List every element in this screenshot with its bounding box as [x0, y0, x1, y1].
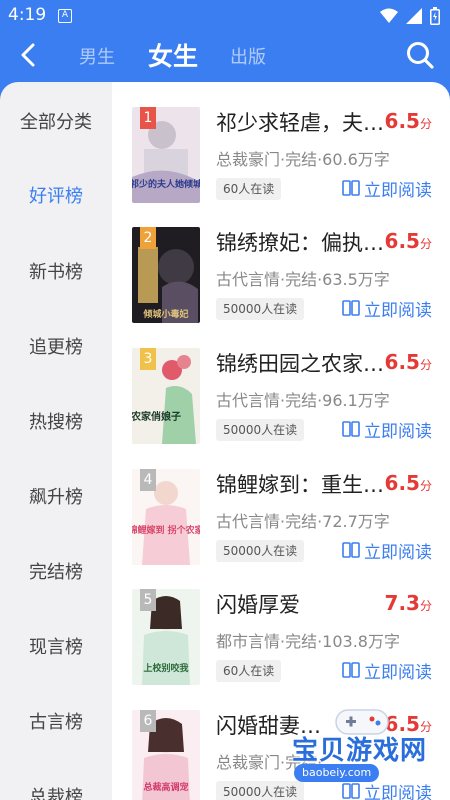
watermark: 宝贝游戏网 baobeiy.com — [282, 700, 450, 800]
book-title[interactable]: 锦鲤嫁到：重生… — [216, 469, 386, 499]
book-title[interactable]: 闪婚厚爱 — [216, 589, 386, 619]
sidebar-item-hot-search[interactable]: 热搜榜 — [0, 408, 112, 434]
readers-badge: 50000人在读 — [216, 298, 305, 320]
book-cover[interactable]: 上校别咬我 5 — [132, 589, 200, 685]
readers-badge: 60人在读 — [216, 660, 282, 682]
book-open-icon — [342, 542, 360, 558]
book-cover[interactable]: 祁少的夫人她倾城 1 — [132, 107, 200, 203]
score: 6.5分 — [385, 471, 432, 495]
rank-badge: 5 — [140, 589, 156, 611]
score: 6.5分 — [385, 109, 432, 133]
score-value: 6.5 — [384, 350, 420, 374]
category-sidebar: 全部分类 好评榜 新书榜 追更榜 热搜榜 飙升榜 完结榜 现言榜 古言榜 总裁榜 — [0, 82, 112, 800]
read-now-label: 立即阅读 — [364, 421, 432, 442]
cover-title: 锦鲤嫁到 拐个农家 — [132, 524, 200, 536]
score-value: 6.5 — [384, 229, 420, 253]
watermark-url: baobeiy.com — [294, 764, 380, 782]
cover-title: 倾城小毒妃 — [142, 308, 188, 320]
rank-badge: 2 — [140, 227, 156, 249]
signal-icon — [406, 8, 422, 24]
book-meta: 古代言情·完结·63.5万字 — [216, 270, 390, 289]
sidebar-item-ancient[interactable]: 古言榜 — [0, 708, 112, 734]
read-now-button[interactable]: 立即阅读 — [342, 176, 432, 201]
sidebar-item-new[interactable]: 新书榜 — [0, 258, 112, 284]
score: 6.5分 — [385, 229, 432, 253]
sidebar-item-modern[interactable]: 现言榜 — [0, 633, 112, 659]
tab-publish[interactable]: 出版 — [230, 43, 266, 69]
read-now-label: 立即阅读 — [364, 180, 432, 201]
book-cover[interactable]: 总裁高调宠 6 — [132, 710, 200, 800]
list-item[interactable]: 农家俏娘子 3 锦绣田园之农家… 6.5分 古代言情·完结·96.1万字 500… — [112, 323, 450, 444]
book-open-icon — [342, 662, 360, 678]
score: 6.5分 — [385, 350, 432, 374]
rank-badge: 4 — [140, 469, 156, 491]
search-icon[interactable] — [404, 39, 436, 71]
list-item[interactable]: 倾城小毒妃 2 锦绣撩妃：偏执… 6.5分 古代言情·完结·63.5万字 500… — [112, 202, 450, 323]
read-now-button[interactable]: 立即阅读 — [342, 538, 432, 563]
top-nav: 男生 女生 出版 — [0, 34, 450, 78]
rank-badge: 3 — [140, 348, 156, 370]
score-unit: 分 — [419, 117, 432, 131]
score-unit: 分 — [419, 599, 432, 613]
book-title[interactable]: 锦绣撩妃：偏执… — [216, 227, 386, 257]
read-now-label: 立即阅读 — [364, 542, 432, 563]
sidebar-item-updating[interactable]: 追更榜 — [0, 333, 112, 359]
status-time: 4:19 — [8, 5, 47, 25]
status-bar: 4:19 A — [0, 0, 450, 34]
read-now-label: 立即阅读 — [364, 300, 432, 321]
sidebar-item-finished[interactable]: 完结榜 — [0, 558, 112, 584]
book-open-icon — [342, 180, 360, 196]
rank-badge: 6 — [140, 710, 156, 732]
book-meta: 古代言情·完结·96.1万字 — [216, 391, 390, 410]
cover-title: 祁少的夫人她倾城 — [132, 178, 200, 190]
list-item[interactable]: 上校别咬我 5 闪婚厚爱 7.3分 都市言情·完结·103.8万字 60人在读 … — [112, 564, 450, 685]
score-unit: 分 — [419, 237, 432, 251]
book-cover[interactable]: 倾城小毒妃 2 — [132, 227, 200, 323]
book-meta: 都市言情·完结·103.8万字 — [216, 632, 400, 651]
readers-badge: 50000人在读 — [216, 419, 305, 441]
watermark-text: 宝贝游戏网 — [292, 736, 428, 766]
list-item[interactable]: 祁少的夫人她倾城 1 祁少求轻虐，夫… 6.5分 总裁豪门·完结·60.6万字 … — [112, 82, 450, 203]
read-now-label: 立即阅读 — [364, 662, 432, 683]
book-meta: 古代言情·完结·72.7万字 — [216, 512, 390, 531]
score-value: 7.3 — [384, 591, 420, 615]
score-value: 6.5 — [384, 471, 420, 495]
battery-icon — [430, 7, 440, 25]
book-title[interactable]: 锦绣田园之农家… — [216, 348, 386, 378]
score-value: 6.5 — [384, 109, 420, 133]
sidebar-item-rising[interactable]: 飙升榜 — [0, 483, 112, 509]
tab-female[interactable]: 女生 — [148, 37, 198, 73]
read-now-button[interactable]: 立即阅读 — [342, 658, 432, 683]
back-arrow-icon[interactable] — [14, 40, 44, 70]
readers-badge: 60人在读 — [216, 178, 282, 200]
score-unit: 分 — [419, 479, 432, 493]
rank-badge: 1 — [140, 107, 156, 129]
cover-title: 上校别咬我 — [143, 662, 188, 674]
book-open-icon — [342, 300, 360, 316]
list-item[interactable]: 锦鲤嫁到 拐个农家 4 锦鲤嫁到：重生… 6.5分 古代言情·完结·72.7万字… — [112, 444, 450, 565]
system-icons — [380, 7, 440, 25]
read-now-button[interactable]: 立即阅读 — [342, 417, 432, 442]
sidebar-item-top-rated[interactable]: 好评榜 — [0, 182, 112, 208]
cover-title: 总裁高调宠 — [143, 781, 188, 793]
score-unit: 分 — [419, 358, 432, 372]
book-list: 祁少的夫人她倾城 1 祁少求轻虐，夫… 6.5分 总裁豪门·完结·60.6万字 … — [112, 82, 450, 800]
book-meta: 总裁豪门·完结·60.6万字 — [216, 150, 390, 169]
book-cover[interactable]: 锦鲤嫁到 拐个农家 4 — [132, 469, 200, 565]
app-notification-icon: A — [58, 9, 72, 23]
book-cover[interactable]: 农家俏娘子 3 — [132, 348, 200, 444]
cover-title: 农家俏娘子 — [132, 410, 181, 423]
wifi-icon — [380, 8, 398, 23]
tab-male[interactable]: 男生 — [79, 43, 115, 69]
sidebar-item-ceo[interactable]: 总裁榜 — [0, 783, 112, 800]
book-open-icon — [342, 421, 360, 437]
sidebar-item-all[interactable]: 全部分类 — [0, 108, 112, 134]
book-title[interactable]: 祁少求轻虐，夫… — [216, 107, 386, 137]
read-now-button[interactable]: 立即阅读 — [342, 296, 432, 321]
readers-badge: 50000人在读 — [216, 540, 305, 562]
score: 7.3分 — [385, 591, 432, 615]
